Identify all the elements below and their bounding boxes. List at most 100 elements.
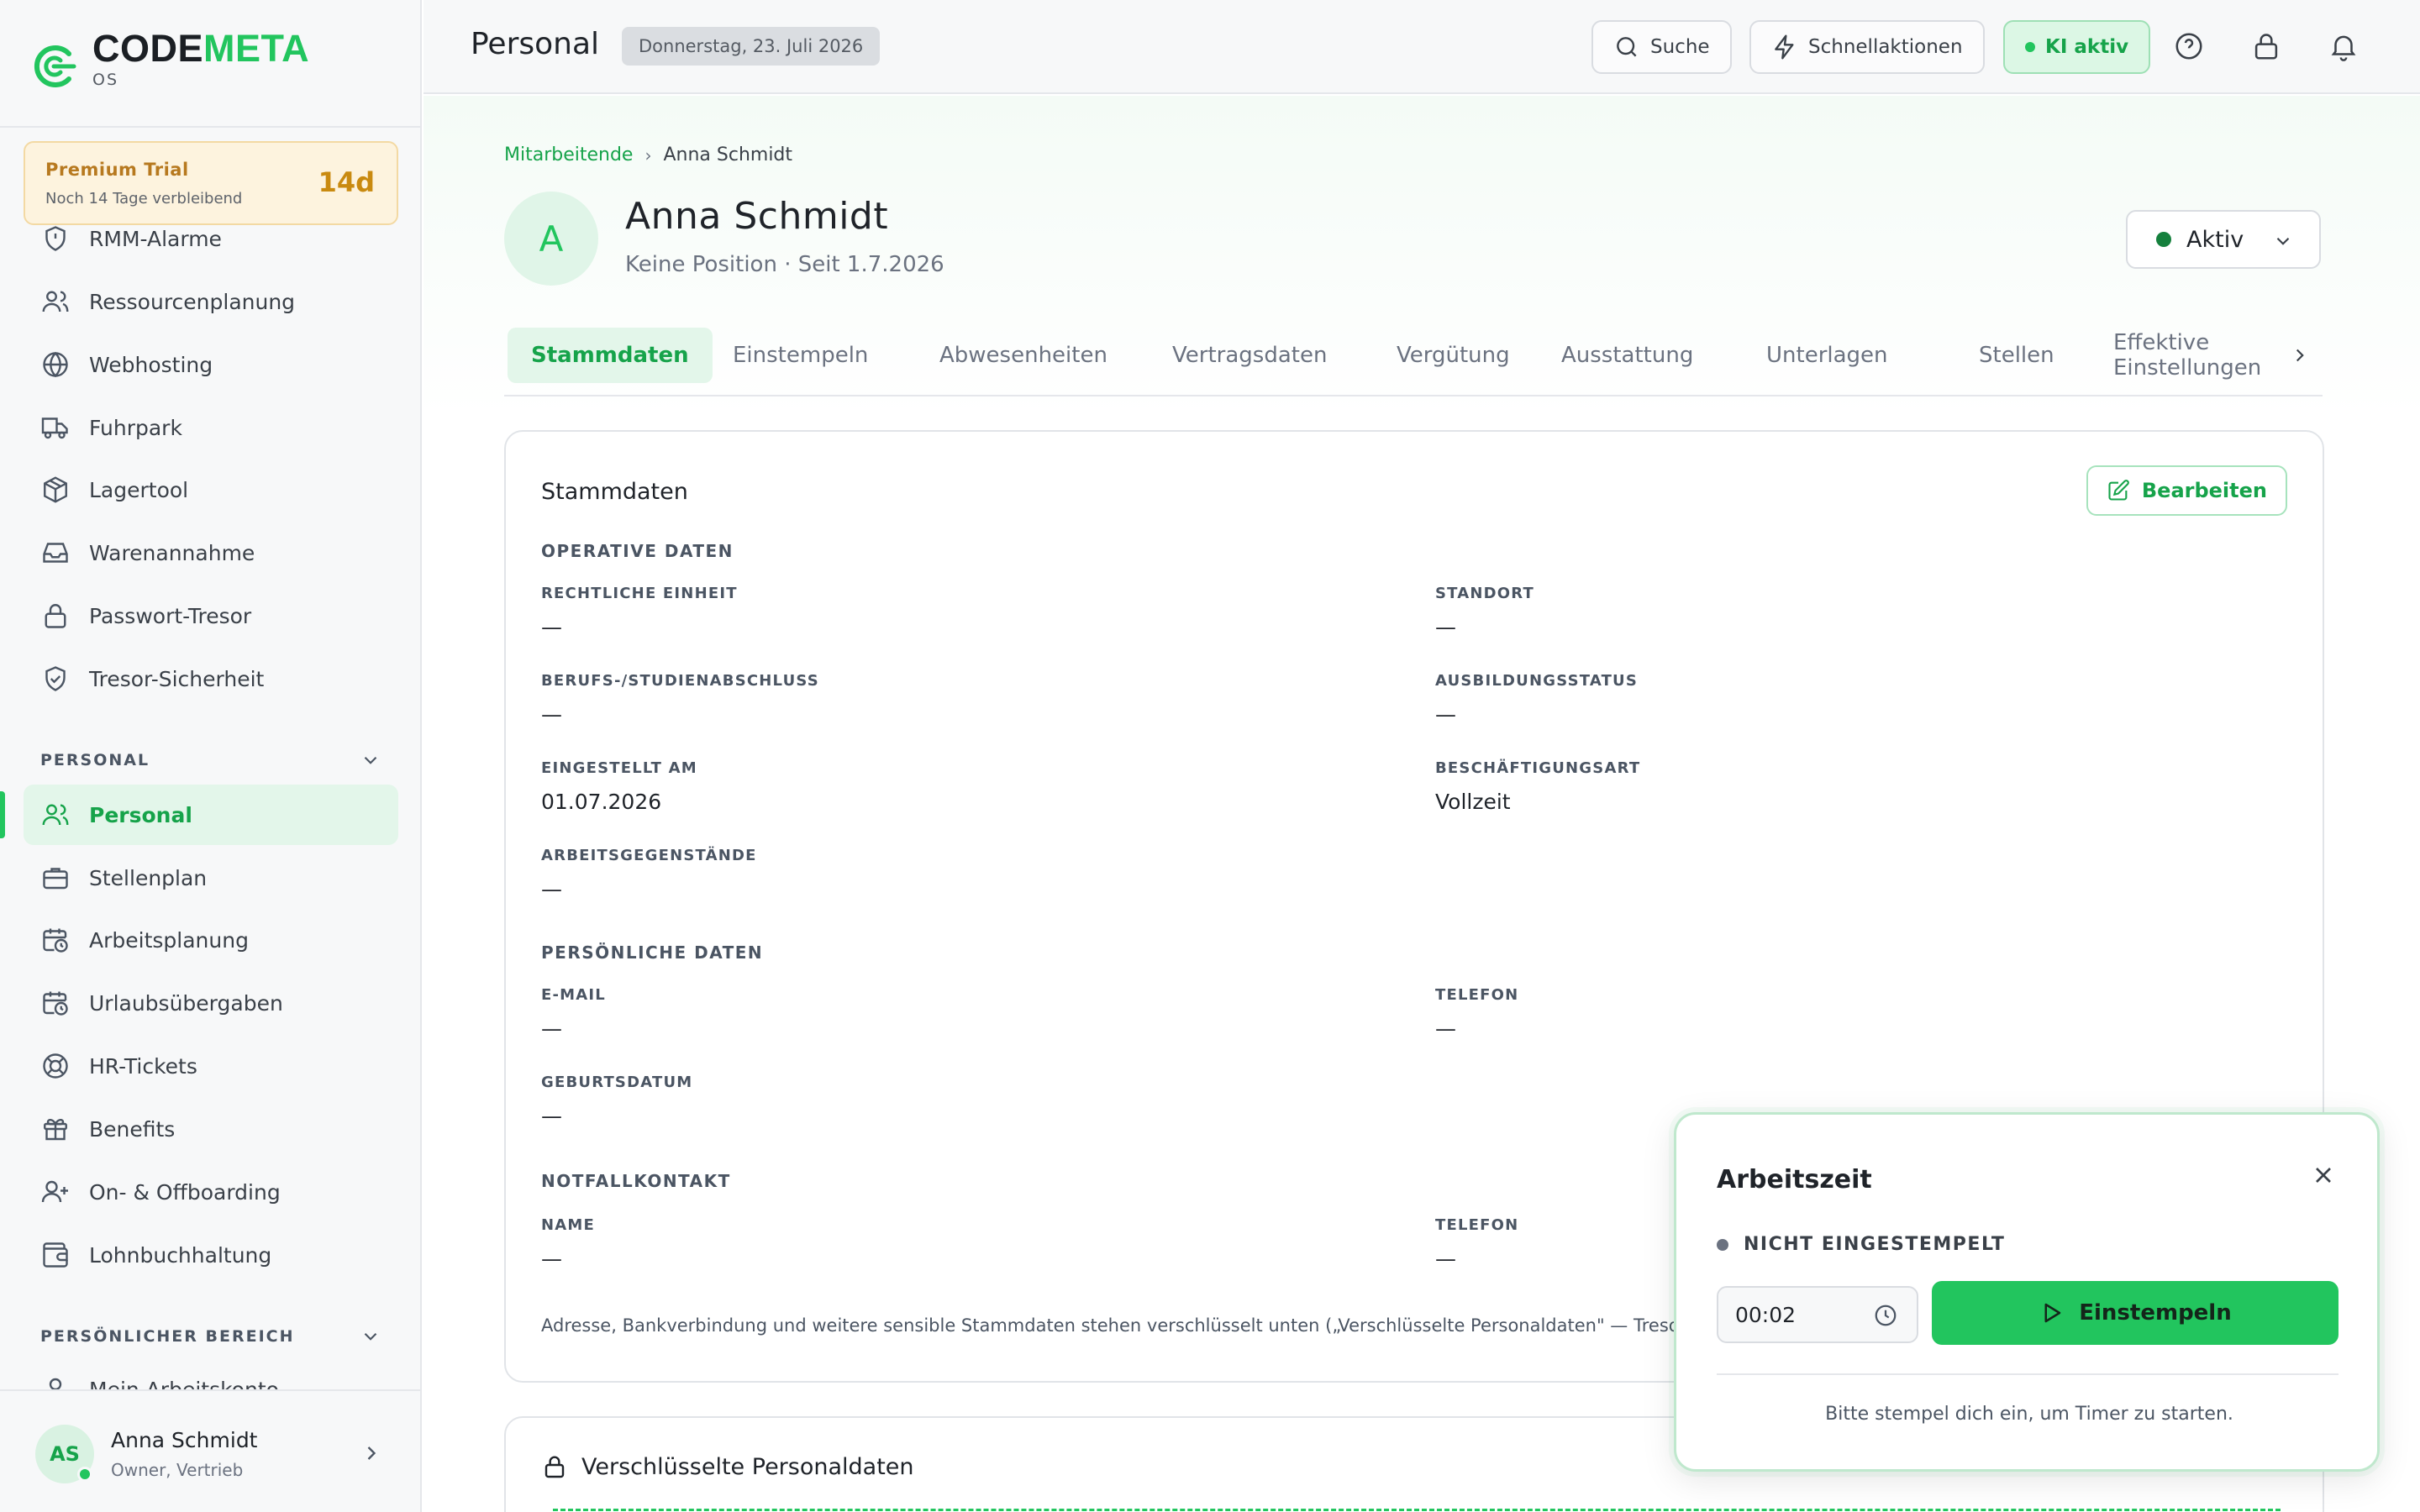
tab-abwesenheiten[interactable]: Abwesenheiten (916, 328, 1131, 383)
field-label: EINGESTELLT AM (541, 759, 697, 777)
users-icon (42, 291, 69, 312)
search-button[interactable]: Suche (1591, 20, 1732, 74)
section-private-toggle[interactable]: PERSÖNLICHER BEREICH (40, 1326, 381, 1347)
field-value: — (541, 1247, 562, 1271)
time-input[interactable]: 00:02 (1717, 1286, 1918, 1343)
brand-logo[interactable]: CODEMETA OS (30, 29, 309, 91)
breadcrumb-separator: › (644, 144, 652, 165)
field-value: — (541, 1104, 562, 1128)
tab-ausstattung[interactable]: Ausstattung (1538, 328, 1717, 383)
field-label: STANDORT (1435, 585, 1535, 602)
time-tracking-widget: Arbeitszeit NICHT EINGESTEMPELT 00:02 Ei… (1674, 1112, 2380, 1472)
field-label: BESCHÄFTIGUNGSART (1435, 759, 1641, 777)
tab-einstempeln[interactable]: Einstempeln (709, 328, 892, 383)
breadcrumb-link[interactable]: Mitarbeitende (504, 144, 633, 165)
users-icon (42, 804, 69, 826)
tab-effektive-einstellungen[interactable]: Effektive Einstellungen (2090, 328, 2323, 383)
sidebar-item-ressourcenplanung[interactable]: Ressourcenplanung (24, 271, 398, 332)
sidebar-item-label: RMM-Alarme (89, 226, 222, 251)
section-private-label: PERSÖNLICHER BEREICH (40, 1327, 295, 1346)
lock-icon (544, 1456, 565, 1478)
edit-icon (2108, 480, 2129, 501)
field-value: 01.07.2026 (541, 790, 662, 814)
sidebar-item-warenannahme[interactable]: Warenannahme (24, 522, 398, 583)
clock-in-button[interactable]: Einstempeln (1932, 1281, 2338, 1345)
tab-stammdaten[interactable]: Stammdaten (508, 328, 713, 383)
breadcrumb-current: Anna Schmidt (663, 144, 793, 165)
bell-icon[interactable] (2328, 30, 2360, 62)
sidebar-item-tresor-sicherheit[interactable]: Tresor-Sicherheit (24, 648, 398, 709)
encryption-note: Adresse, Bankverbindung und weitere sens… (541, 1315, 1680, 1336)
sidebar-item-benefits[interactable]: Benefits (24, 1099, 398, 1159)
chevron-right-icon[interactable] (2289, 344, 2311, 366)
sidebar-item-hr-tickets[interactable]: HR-Tickets (24, 1036, 398, 1096)
section-personal-label: PERSONAL (40, 751, 150, 769)
user-menu[interactable]: AS Anna Schmidt Owner, Vertrieb (0, 1389, 420, 1512)
status-dropdown[interactable]: Aktiv (2126, 210, 2321, 269)
timer-hint: Bitte stempel dich ein, um Timer zu star… (1825, 1404, 2233, 1425)
quick-actions-button[interactable]: Schnellaktionen (1749, 20, 1985, 74)
field-label: TELEFON (1435, 986, 1519, 1004)
encrypted-data-title[interactable]: Verschlüsselte Personaldaten (541, 1453, 914, 1480)
sidebar-item-stellenplan[interactable]: Stellenplan (24, 848, 398, 908)
search-icon (1617, 37, 1637, 57)
chevron-down-icon (2276, 237, 2290, 245)
field-label: E-MAIL (541, 986, 606, 1004)
truck-icon (41, 417, 68, 439)
sidebar-item-fuhrpark[interactable]: Fuhrpark (24, 397, 398, 458)
sidebar-item-urlaubsuebergaben[interactable]: Urlaubsübergaben (24, 973, 398, 1033)
tab-verguetung[interactable]: Vergütung (1373, 328, 1534, 383)
shield-alert-icon (45, 226, 66, 251)
sidebar-item-label: Stellenplan (89, 865, 208, 890)
close-icon[interactable] (2310, 1162, 2337, 1189)
search-label: Suche (1650, 36, 1710, 58)
field-value: Vollzeit (1435, 790, 1511, 814)
sidebar-item-lagertool[interactable]: Lagertool (24, 459, 398, 520)
encrypted-data-label: Verschlüsselte Personaldaten (581, 1453, 914, 1480)
sidebar-item-label: Passwort-Tresor (89, 603, 252, 628)
sidebar-item-label: Arbeitsplanung (89, 927, 249, 953)
lock-icon[interactable] (2250, 30, 2282, 62)
top-header: Personal Donnerstag, 23. Juli 2026 Suche… (424, 0, 2420, 94)
user-plus-icon (41, 1180, 68, 1203)
field-value: — (541, 702, 562, 727)
sidebar-item-on-offboarding[interactable]: On- & Offboarding (24, 1162, 398, 1222)
section-personal-toggle[interactable]: PERSONAL (40, 749, 381, 771)
sidebar-item-arbeitsplanung[interactable]: Arbeitsplanung (24, 910, 398, 970)
brand-sub: OS (92, 71, 119, 89)
sidebar-item-lohnbuchhaltung[interactable]: Lohnbuchhaltung (24, 1225, 398, 1285)
sidebar-item-passwort-tresor[interactable]: Passwort-Tresor (24, 585, 398, 646)
field-label: RECHTLICHE EINHEIT (541, 585, 738, 602)
tab-vertragsdaten[interactable]: Vertragsdaten (1149, 328, 1350, 383)
sidebar-item-webhosting[interactable]: Webhosting (24, 334, 398, 395)
field-label: ARBEITSGEGENSTÄNDE (541, 847, 757, 864)
edit-button[interactable]: Bearbeiten (2086, 465, 2287, 516)
field-label: GEBURTSDATUM (541, 1074, 693, 1091)
sidebar-item-label: HR-Tickets (89, 1053, 197, 1079)
online-status-dot (77, 1467, 92, 1482)
chevron-down-icon (364, 1332, 377, 1341)
breadcrumb: Mitarbeitende › Anna Schmidt (504, 144, 792, 165)
employee-name: Anna Schmidt (625, 195, 889, 238)
field-label: NAME (541, 1216, 596, 1234)
sidebar-item-label: Fuhrpark (89, 415, 182, 440)
ki-status-button[interactable]: KI aktiv (2003, 20, 2151, 74)
divider (1717, 1373, 2338, 1375)
tab-unterlagen[interactable]: Unterlagen (1743, 328, 1912, 383)
premium-trial-banner[interactable]: Premium Trial Noch 14 Tage verbleibend 1… (24, 141, 398, 225)
status-dot (2156, 232, 2171, 247)
help-icon[interactable] (2173, 30, 2205, 62)
inbox-icon (43, 543, 68, 563)
box-icon (44, 476, 67, 503)
sidebar-item-label: Webhosting (89, 352, 213, 377)
field-label: TELEFON (1435, 1216, 1519, 1234)
status-dot (1717, 1238, 1728, 1251)
sidebar-item-personal[interactable]: Personal (24, 785, 398, 845)
employee-avatar: A (504, 192, 598, 286)
card-title: Stammdaten (541, 479, 688, 505)
tab-stellen[interactable]: Stellen (1955, 328, 2078, 383)
field-value: — (1435, 1016, 1456, 1041)
user-name: Anna Schmidt (111, 1428, 258, 1452)
chevron-right-icon (367, 1446, 376, 1460)
sidebar: CODEMETA OS Premium Trial Noch 14 Tage v… (0, 0, 422, 1512)
